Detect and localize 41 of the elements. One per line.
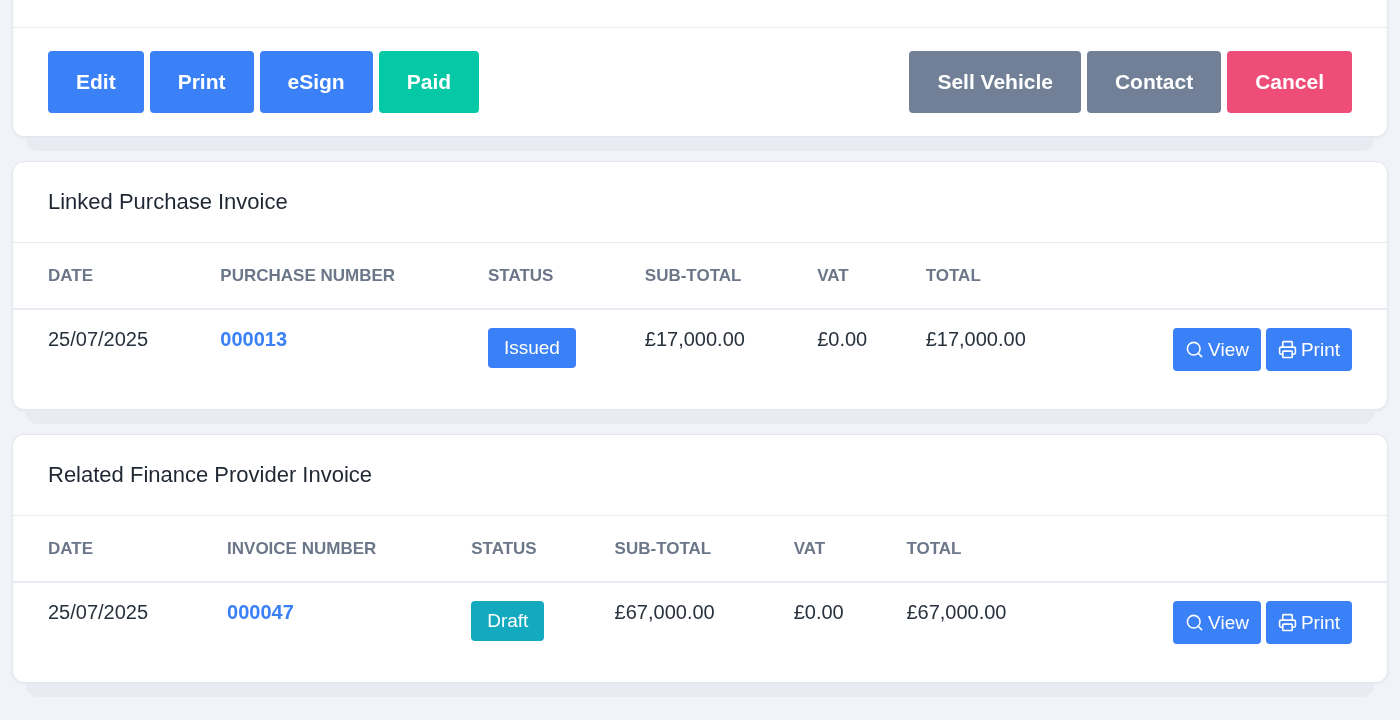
search-icon [1185, 340, 1205, 359]
print-button[interactable]: Print [1265, 328, 1352, 371]
status-badge: Issued [487, 328, 576, 368]
view-button[interactable]: View [1173, 601, 1261, 644]
column-header: DATE [13, 243, 186, 309]
view-button[interactable]: View [1173, 328, 1261, 371]
invoice-number-link[interactable]: 000013 [220, 328, 288, 350]
column-header: TOTAL [890, 243, 1064, 309]
action-button[interactable]: eSign [259, 51, 373, 113]
date-cell: 25/07/2025 [13, 309, 186, 409]
column-header: DATE [13, 516, 193, 582]
vat-cell: £0.00 [758, 582, 872, 682]
column-header: VAT [758, 516, 872, 582]
action-button[interactable]: Paid [378, 51, 480, 113]
action-button[interactable]: Print [149, 51, 254, 113]
action-button[interactable]: Cancel [1227, 51, 1352, 113]
invoice-number-link[interactable]: 000047 [227, 601, 294, 623]
column-header: STATUS [452, 243, 610, 309]
search-icon [1185, 613, 1205, 632]
subtotal-cell: £67,000.00 [579, 582, 759, 682]
card-title: Linked Purchase Invoice [13, 162, 1387, 243]
total-cell: £67,000.00 [871, 582, 1051, 682]
column-header: VAT [782, 243, 891, 309]
printer-icon [1277, 340, 1297, 359]
column-header: STATUS [436, 516, 580, 582]
vat-cell: £0.00 [782, 309, 891, 409]
action-button[interactable]: Contact [1086, 51, 1222, 113]
action-button[interactable]: Sell Vehicle [909, 51, 1081, 113]
print-button[interactable]: Print [1265, 601, 1352, 644]
column-header: TOTAL [871, 516, 1051, 582]
column-header: PURCHASE NUMBER [185, 243, 453, 309]
printer-icon [1277, 613, 1297, 632]
subtotal-cell: £17,000.00 [609, 309, 783, 409]
action-button[interactable]: Edit [48, 51, 144, 113]
column-header: SUB-TOTAL [609, 243, 783, 309]
column-header: SUB-TOTAL [579, 516, 759, 582]
card-title: Related Finance Provider Invoice [13, 435, 1387, 516]
total-cell: £17,000.00 [890, 309, 1064, 409]
column-header: INVOICE NUMBER [192, 516, 437, 582]
date-cell: 25/07/2025 [13, 582, 193, 682]
status-badge: Draft [471, 601, 545, 641]
